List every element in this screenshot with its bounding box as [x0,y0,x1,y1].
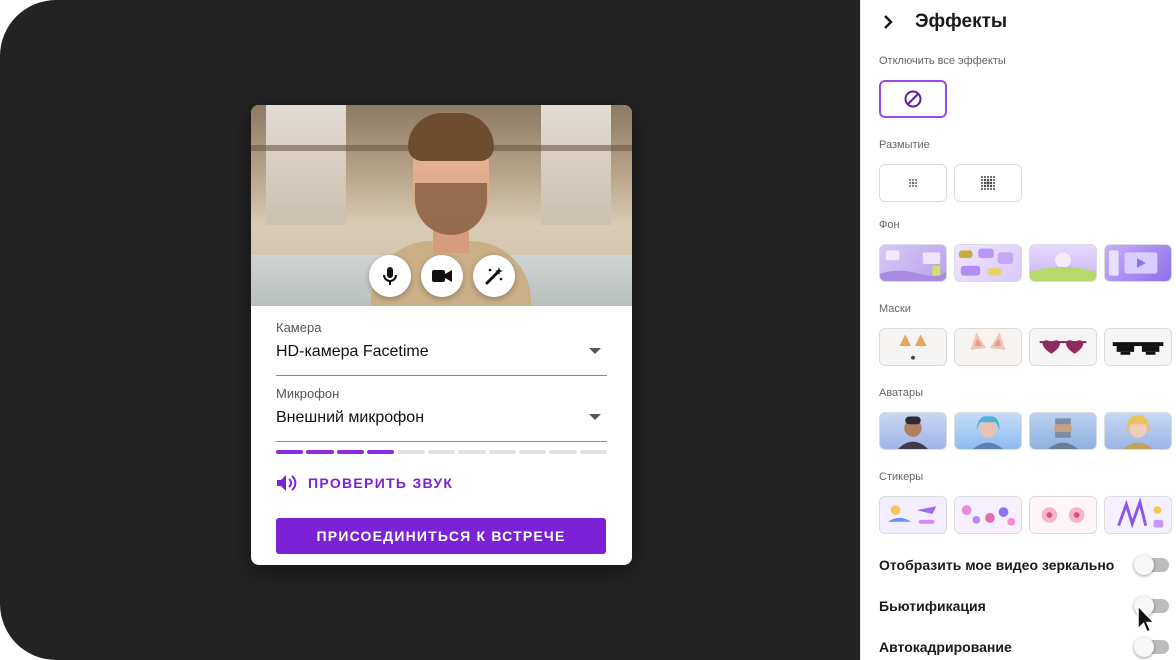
video-preview-stage: Камера HD-камера Facetime Микрофон Внешн… [0,0,860,660]
avatar-tile-1[interactable] [879,412,947,450]
mask-tile-3[interactable] [1029,328,1097,366]
sticker-tile-2[interactable] [954,496,1022,534]
level-segment [367,450,395,454]
background-preview-image [958,248,1014,276]
level-segment [336,450,365,454]
avatar-tile-4[interactable] [1104,412,1172,450]
sticker-tile-3[interactable] [1029,496,1097,534]
level-segment [518,450,547,454]
blur-strong-tile[interactable] [954,164,1022,202]
camera-label: Камера [276,320,322,335]
avatar-tile-2[interactable] [954,412,1022,450]
autoframe-row: Автокадрирование [879,637,1169,657]
magic-wand-icon [485,267,503,285]
mask-tile-4[interactable] [1104,328,1172,366]
avatar-preview-image [973,416,1003,449]
mirror-video-row: Отобразить мое видео зеркально [879,555,1169,575]
level-segment [397,450,425,454]
microphone-button[interactable] [368,255,411,297]
level-segment [488,450,516,454]
blur-label: Размытие [879,139,930,151]
avatars-label: Аватары [879,387,923,399]
microphone-field: Микрофон Внешний микрофон [276,386,607,442]
background-window [266,105,346,225]
background-preview-image [1108,250,1158,276]
camera-icon [431,270,452,282]
mask-tile-2[interactable] [954,328,1022,366]
no-effect-tile[interactable] [879,80,947,118]
sticker-preview-image [1117,497,1164,529]
mirror-video-label: Отобразить мое видео зеркально [879,557,1115,573]
blur-strong-icon [981,176,995,190]
join-meeting-button[interactable]: ПРИСОЕДИНИТЬСЯ К ВСТРЕЧЕ [276,518,606,554]
camera-button[interactable] [420,255,463,297]
blur-light-icon [909,179,917,187]
avatar-preview-image [1048,418,1078,449]
disable-effects-label: Отключить все эффекты [879,55,1006,67]
level-segment [427,450,456,454]
avatar-tile-3[interactable] [1029,412,1097,450]
sticker-tile-4[interactable] [1104,496,1172,534]
camera-value: HD-камера Facetime [276,343,429,360]
background-preview-image [1030,252,1096,281]
heart-glasses-icon [1039,340,1087,354]
background-tile-4[interactable] [1104,244,1172,282]
microphone-label: Микрофон [276,386,340,401]
no-effect-icon [904,90,922,108]
mirror-video-toggle[interactable] [1134,555,1169,575]
check-sound-label: ПРОВЕРИТЬ ЗВУК [308,475,454,491]
sticker-preview-image [887,505,937,524]
background-window [541,105,611,225]
sticker-tile-1[interactable] [879,496,947,534]
check-sound-button[interactable]: ПРОВЕРИТЬ ЗВУК [276,472,607,494]
dropdown-caret-icon [589,348,601,354]
join-meeting-label: ПРИСОЕДИНИТЬСЯ К ВСТРЕЧЕ [316,528,566,544]
microphone-icon [382,267,397,285]
background-label: Фон [879,219,900,231]
cat-mask-icon [899,334,927,360]
level-segment [549,450,577,454]
collapse-panel-button[interactable] [879,13,897,31]
background-tile-1[interactable] [879,244,947,282]
level-segment [306,450,334,454]
masks-label: Маски [879,303,911,315]
mask-tile-1[interactable] [879,328,947,366]
stickers-label: Стикеры [879,471,924,483]
fox-mask-icon [970,332,1006,350]
microphone-level-meter [276,450,607,454]
pre-join-card: Камера HD-камера Facetime Микрофон Внешн… [251,105,632,565]
speaker-icon [277,475,297,491]
effects-panel: Эффекты Отключить все эффекты Размытие Ф… [860,0,1176,660]
avatar-preview-image [1123,415,1153,449]
level-segment [276,450,304,454]
pixel-sunglasses-icon [1112,342,1164,355]
background-tile-3[interactable] [1029,244,1097,282]
chevron-right-icon [884,15,893,29]
panel-title: Эффекты [915,11,1008,32]
avatar-preview-image [897,416,929,449]
background-preview-image [880,250,946,281]
autoframe-toggle[interactable] [1134,637,1169,657]
microphone-value: Внешний микрофон [276,409,425,426]
microphone-select[interactable]: Внешний микрофон [276,407,607,442]
beautify-row: Бьютификация [879,596,1169,616]
sticker-preview-image [1041,507,1085,523]
blur-light-tile[interactable] [879,164,947,202]
device-settings: Камера HD-камера Facetime Микрофон Внешн… [251,306,632,554]
background-tile-2[interactable] [954,244,1022,282]
beautify-label: Бьютификация [879,598,986,614]
camera-select[interactable]: HD-камера Facetime [276,341,607,376]
mouse-pointer-icon [1137,605,1156,633]
effects-button[interactable] [472,255,515,297]
effects-panel-header: Эффекты [879,9,1007,35]
level-segment [579,450,607,454]
camera-preview [251,105,632,306]
camera-field: Камера HD-камера Facetime [276,320,607,376]
dropdown-caret-icon [589,414,601,420]
sticker-preview-image [961,505,1016,526]
level-segment [458,450,486,454]
preview-controls [251,255,632,297]
autoframe-label: Автокадрирование [879,639,1012,655]
